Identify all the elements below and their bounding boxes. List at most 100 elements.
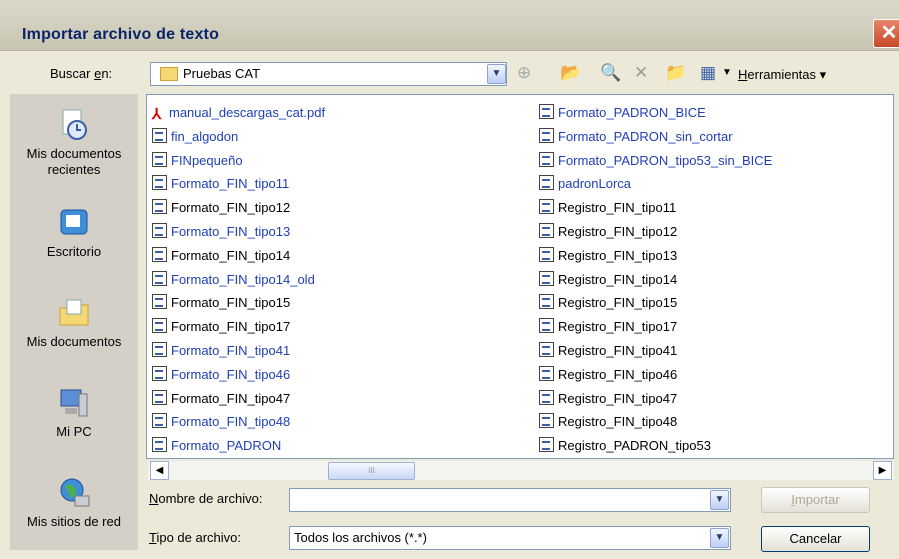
file-item[interactable]: FINpequeño [152, 149, 325, 173]
file-item[interactable]: Registro_FIN_tipo14 [539, 268, 772, 292]
file-item[interactable]: Formato_FIN_tipo47 [152, 387, 325, 411]
file-item[interactable]: Registro_FIN_tipo12 [539, 220, 772, 244]
file-name: Formato_FIN_tipo12 [171, 200, 291, 216]
horizontal-scrollbar[interactable]: ◀ III ▶ [148, 461, 894, 480]
file-name: Registro_FIN_tipo14 [558, 271, 678, 287]
file-item[interactable]: fin_algodon [152, 125, 325, 149]
filename-input[interactable]: ▼ [289, 488, 731, 512]
file-item[interactable]: Formato_FIN_tipo11 [152, 172, 325, 196]
lookin-dropdown-arrow[interactable]: ▼ [487, 64, 506, 84]
text-file-icon [152, 341, 167, 357]
place-desktop[interactable]: Escritorio [10, 206, 138, 260]
place-network-label: Mis sitios de red [27, 514, 121, 529]
filetype-label-rest: ipo de archivo: [156, 530, 242, 545]
file-item[interactable]: Registro_FIN_tipo41 [539, 339, 772, 363]
lookin-dropdown[interactable]: Pruebas CAT ▼ [150, 62, 507, 86]
cancel-button[interactable]: Cancelar [761, 526, 870, 552]
file-item[interactable]: padronLorca [539, 172, 772, 196]
filename-label: Nombre de archivo: [149, 491, 262, 506]
search-web-icon[interactable]: 🔍 [600, 62, 621, 84]
file-item[interactable]: Registro_FIN_tipo17 [539, 315, 772, 339]
file-name: Registro_FIN_tipo41 [558, 342, 678, 358]
tools-menu[interactable]: Herramientas ▾ [738, 67, 826, 83]
pdf-file-icon: ⅄ [152, 106, 162, 123]
scroll-thumb[interactable]: III [328, 462, 415, 480]
scroll-right-icon[interactable]: ▶ [873, 461, 892, 480]
file-item[interactable]: Formato_FIN_tipo17 [152, 315, 325, 339]
file-item[interactable]: Formato_FIN_tipo46 [152, 363, 325, 387]
file-name: Formato_FIN_tipo14_old [171, 271, 315, 287]
file-name: Registro_FIN_tipo17 [558, 319, 678, 335]
filetype-select[interactable]: Todos los archivos (*.*) ▼ [289, 526, 731, 550]
new-folder-icon[interactable]: 📁 [665, 62, 686, 84]
file-item[interactable]: Registro_FIN_tipo47 [539, 387, 772, 411]
text-file-icon [539, 389, 554, 405]
up-folder-icon[interactable]: 📂 [560, 62, 581, 84]
my-computer-icon [60, 389, 88, 417]
file-name: Formato_FIN_tipo15 [171, 295, 291, 311]
tools-accel: H [738, 67, 748, 82]
file-name: Registro_FIN_tipo12 [558, 223, 678, 239]
file-item[interactable]: Formato_PADRON [152, 434, 325, 458]
filename-dropdown-arrow[interactable]: ▼ [710, 490, 729, 510]
text-file-icon [152, 437, 167, 453]
place-documents[interactable]: Mis documentos [10, 296, 138, 350]
file-item[interactable]: Formato_PADRON_sin_cortar [539, 125, 772, 149]
file-item[interactable]: ⅄ manual_descargas_cat.pdf [152, 101, 325, 125]
text-file-icon [539, 222, 554, 238]
file-item[interactable]: Registro_FIN_tipo13 [539, 244, 772, 268]
text-file-icon [539, 175, 554, 191]
file-item[interactable]: Formato_FIN_tipo14_old [152, 268, 325, 292]
file-item[interactable]: Formato_FIN_tipo13 [152, 220, 325, 244]
place-desktop-label: Escritorio [46, 244, 102, 259]
file-name: Registro_FIN_tipo47 [558, 390, 678, 406]
file-column-left: ⅄ manual_descargas_cat.pdf fin_algodon FINp… [152, 101, 325, 458]
file-item[interactable]: Registro_FIN_tipo46 [539, 363, 772, 387]
file-item[interactable]: Formato_FIN_tipo48 [152, 410, 325, 434]
file-name: Registro_FIN_tipo15 [558, 295, 678, 311]
file-name: manual_descargas_cat.pdf [169, 105, 326, 120]
file-item[interactable]: Formato_FIN_tipo41 [152, 339, 325, 363]
text-file-icon [152, 294, 167, 310]
file-item[interactable]: Formato_FIN_tipo12 [152, 196, 325, 220]
file-item[interactable]: Formato_PADRON_tipo53_sin_BICE [539, 149, 772, 173]
import-button[interactable]: Importar [761, 487, 870, 513]
filetype-value: Todos los archivos (*.*) [294, 530, 427, 545]
file-list[interactable]: ⅄ manual_descargas_cat.pdf fin_algodon FINp… [146, 94, 894, 459]
title-bar[interactable]: Importar archivo de texto ✕ [0, 0, 899, 51]
recent-documents-icon [62, 109, 87, 140]
network-places-icon [60, 478, 90, 507]
filetype-dropdown-arrow[interactable]: ▼ [710, 528, 729, 548]
file-item[interactable]: Registro_FIN_tipo11 [539, 196, 772, 220]
file-item[interactable]: Formato_PADRON_BICE [539, 101, 772, 125]
text-file-icon [152, 413, 167, 429]
lookin-label-post: n: [101, 66, 113, 81]
text-file-icon [152, 222, 167, 238]
file-name: Formato_PADRON_tipo53_sin_BICE [558, 152, 773, 168]
text-file-icon [152, 389, 167, 405]
file-item[interactable]: Registro_FIN_tipo48 [539, 410, 772, 434]
text-file-icon [539, 318, 554, 334]
filename-label-rest: ombre de archivo: [158, 491, 263, 506]
file-name: Formato_FIN_tipo11 [171, 176, 290, 192]
close-button[interactable]: ✕ [873, 19, 899, 48]
scroll-left-icon[interactable]: ◀ [150, 461, 169, 480]
file-item[interactable]: Registro_PADRON_tipo53 [539, 434, 772, 458]
delete-icon[interactable]: ✕ [634, 62, 648, 84]
file-name: Formato_PADRON_BICE [558, 105, 706, 120]
back-icon[interactable]: ⊕ [517, 62, 531, 84]
place-computer[interactable]: Mi PC [10, 386, 138, 440]
file-name: Formato_FIN_tipo13 [171, 223, 291, 239]
place-recent[interactable]: Mis documentos recientes [10, 108, 138, 178]
file-item[interactable]: Formato_FIN_tipo15 [152, 291, 325, 315]
text-file-icon [152, 246, 167, 262]
lookin-label: Buscar en: [50, 66, 112, 81]
views-dropdown-arrow-icon[interactable]: ▼ [722, 62, 732, 84]
text-file-icon [152, 199, 167, 215]
place-network[interactable]: Mis sitios de red [10, 476, 138, 530]
text-file-icon [539, 127, 554, 143]
file-item[interactable]: Formato_FIN_tipo14 [152, 244, 325, 268]
text-file-icon [539, 104, 554, 119]
views-icon[interactable]: ▦ [700, 62, 716, 84]
file-item[interactable]: Registro_FIN_tipo15 [539, 291, 772, 315]
